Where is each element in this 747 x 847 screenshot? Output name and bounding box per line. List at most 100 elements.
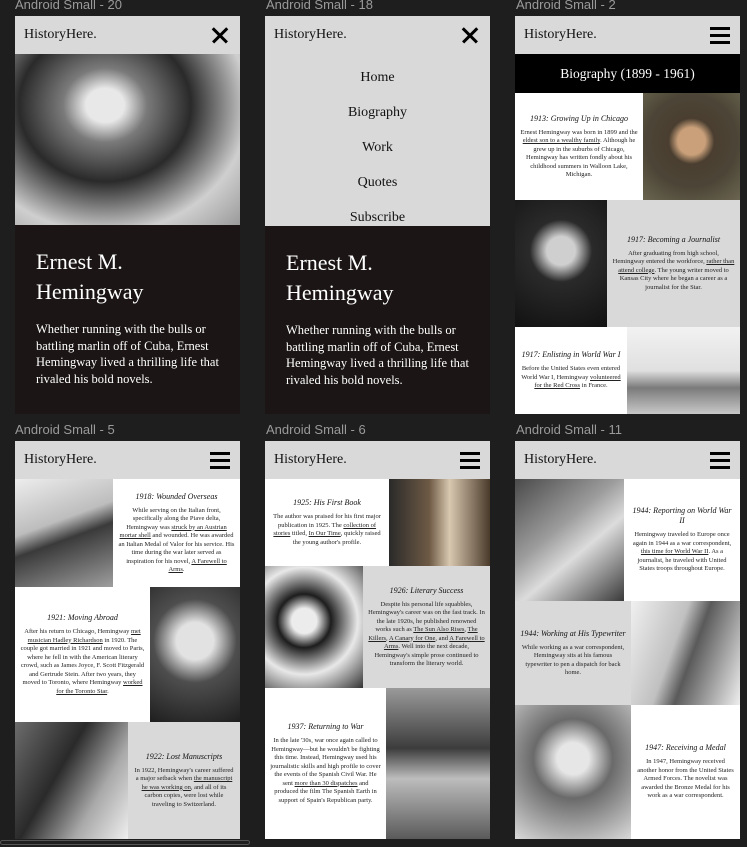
menu-icon[interactable]: [709, 449, 731, 471]
entry-body: In 1947, Hemingway received another hono…: [637, 758, 734, 800]
menu-icon[interactable]: [459, 449, 481, 471]
event-photo: [265, 566, 363, 688]
menu-icon[interactable]: [209, 449, 231, 471]
hero-section: Ernest M. Hemingway Whether running with…: [15, 225, 240, 414]
entry-row: 1926: Literary Success Despite his perso…: [265, 566, 490, 688]
entry-title: 1921: Moving Abroad: [47, 613, 118, 622]
frame-biography-2: HistoryHere. 1918: Wounded Overseas Whil…: [15, 441, 240, 839]
menu-item-quotes[interactable]: Quotes: [265, 165, 490, 200]
entry-link[interactable]: eldest son to a wealthy family: [523, 137, 600, 144]
entry-title: 1926: Literary Success: [389, 585, 464, 595]
entry-body: While serving on the Italian front, spec…: [118, 506, 235, 574]
hero-section: Ernest M. Hemingway Whether running with…: [265, 226, 490, 414]
frame-label[interactable]: Android Small - 5: [15, 422, 115, 437]
entry-row: 1922: Lost Manuscripts In 1922, Hemingwa…: [15, 722, 240, 839]
frame-label[interactable]: Android Small - 2: [516, 0, 616, 12]
hero-title: Ernest M. Hemingway: [36, 249, 144, 304]
entry-body: Despite his personal life squabbles, Hem…: [368, 600, 485, 668]
frame-label[interactable]: Android Small - 6: [266, 422, 366, 437]
logo[interactable]: HistoryHere.: [274, 27, 347, 43]
header: HistoryHere.: [265, 16, 490, 54]
entry-title: 1918: Wounded Overseas: [135, 491, 218, 501]
entry-title: 1917: Enlisting in World War I: [521, 350, 621, 360]
entry-link[interactable]: this time for World War II: [641, 548, 709, 555]
portrait-photo: [643, 93, 740, 200]
entry-1947: 1947: Receiving a Medal In 1947, Hemingw…: [631, 705, 740, 839]
frame-label[interactable]: Android Small - 20: [15, 0, 122, 12]
hero-description: Whether running with the bulls or battli…: [36, 322, 219, 386]
entry-title: 1944: Working at His Typewriter: [520, 628, 626, 638]
canvas: Android Small - 20 Android Small - 18 An…: [0, 0, 747, 847]
nav-menu: Home Biography Work Quotes Subscribe: [265, 54, 490, 226]
entry-title: 1937: Returning to War: [287, 722, 364, 731]
logo[interactable]: HistoryHere.: [524, 27, 597, 43]
event-photo: [15, 722, 128, 839]
header: HistoryHere.: [515, 441, 740, 479]
entry-row: 1937: Returning to War In the late '30s,…: [265, 688, 490, 839]
logo[interactable]: HistoryHere.: [24, 452, 97, 468]
frame-biography-4: HistoryHere. 1944: Reporting on World Wa…: [515, 441, 740, 839]
entry-1917-journalist: 1917: Becoming a Journalist After gradua…: [607, 200, 740, 327]
logo[interactable]: HistoryHere.: [524, 452, 597, 468]
entry-1944-typewriter: 1944: Working at His Typewriter While wo…: [515, 601, 631, 705]
logo[interactable]: HistoryHere.: [24, 27, 97, 43]
close-icon[interactable]: [209, 24, 231, 46]
entry-1922: 1922: Lost Manuscripts In 1922, Hemingwa…: [128, 722, 240, 839]
entry-row: 1944: Working at His Typewriter While wo…: [515, 601, 740, 705]
header: HistoryHere.: [15, 441, 240, 479]
event-photo: [389, 479, 490, 566]
entry-body: Ernest Hemingway was born in 1899 and th…: [520, 128, 638, 179]
header: HistoryHere.: [265, 441, 490, 479]
entry-title: 1947: Receiving a Medal: [645, 743, 726, 753]
event-photo: [631, 601, 740, 705]
event-photo: [15, 479, 113, 587]
entry-1913: 1913: Growing Up in Chicago Ernest Hemin…: [515, 93, 643, 200]
frame-menu: HistoryHere. Home Biography Work Quotes …: [265, 16, 490, 414]
frame-biography: HistoryHere. Biography (1899 - 1961) 191…: [515, 16, 740, 414]
entry-body: The author was praised for his first maj…: [273, 513, 381, 546]
entry-body: In the late '30s, war once again called …: [270, 737, 381, 804]
entry-1926: 1926: Literary Success Despite his perso…: [363, 566, 490, 688]
entry-row: 1917: Becoming a Journalist After gradua…: [515, 200, 740, 327]
entry-row: 1921: Moving Abroad After his return to …: [15, 587, 240, 722]
frame-home: HistoryHere. Ernest M. Hemingway Whether…: [15, 16, 240, 414]
frame-label[interactable]: Android Small - 11: [516, 422, 622, 437]
entry-1925: 1925: His First Book The author was prai…: [265, 479, 389, 566]
entry-body: Before the United States even entered Wo…: [521, 365, 621, 390]
event-photo: [515, 479, 624, 601]
menu-item-work[interactable]: Work: [265, 130, 490, 165]
header: HistoryHere.: [515, 16, 740, 54]
entry-title: 1925: His First Book: [293, 498, 361, 507]
entry-link[interactable]: A Canary for One: [389, 635, 435, 642]
entry-1921: 1921: Moving Abroad After his return to …: [15, 587, 150, 722]
horizontal-scrollbar[interactable]: [0, 840, 250, 845]
menu-item-biography[interactable]: Biography: [265, 95, 490, 130]
event-photo: [627, 327, 740, 414]
hero-description: Whether running with the bulls or battli…: [286, 323, 469, 387]
header: HistoryHere.: [15, 16, 240, 54]
entry-row: 1918: Wounded Overseas While serving on …: [15, 479, 240, 587]
entry-body: After his return to Chicago, Hemingway m…: [20, 628, 145, 695]
entry-link[interactable]: In Our Time: [309, 530, 341, 537]
entry-title: 1917: Becoming a Journalist: [626, 234, 721, 244]
entry-1918: 1918: Wounded Overseas While serving on …: [113, 479, 240, 587]
portrait-photo: [150, 587, 240, 722]
entry-link[interactable]: The Sun Also Rises: [413, 626, 464, 633]
entry-1944-reporting: 1944: Reporting on World War II Hemingwa…: [624, 479, 740, 601]
hero-title: Ernest M. Hemingway: [286, 250, 394, 305]
entry-body: After graduating from high school, Hemin…: [612, 249, 735, 291]
event-photo: [515, 705, 631, 839]
menu-item-home[interactable]: Home: [265, 60, 490, 95]
logo[interactable]: HistoryHere.: [274, 452, 347, 468]
entry-title: 1944: Reporting on World War II: [632, 506, 732, 526]
menu-icon[interactable]: [709, 24, 731, 46]
entry-title: 1913: Growing Up in Chicago: [530, 113, 628, 123]
close-icon[interactable]: [459, 24, 481, 46]
entry-row: 1913: Growing Up in Chicago Ernest Hemin…: [515, 93, 740, 200]
event-photo: [386, 688, 490, 839]
entry-body: While working as a war correspondent, He…: [521, 643, 625, 677]
entry-link[interactable]: more than 30 dispatches: [295, 780, 358, 787]
frame-label[interactable]: Android Small - 18: [266, 0, 373, 12]
entry-1917-enlisting: 1917: Enlisting in World War I Before th…: [515, 327, 627, 414]
entry-row: 1917: Enlisting in World War I Before th…: [515, 327, 740, 414]
